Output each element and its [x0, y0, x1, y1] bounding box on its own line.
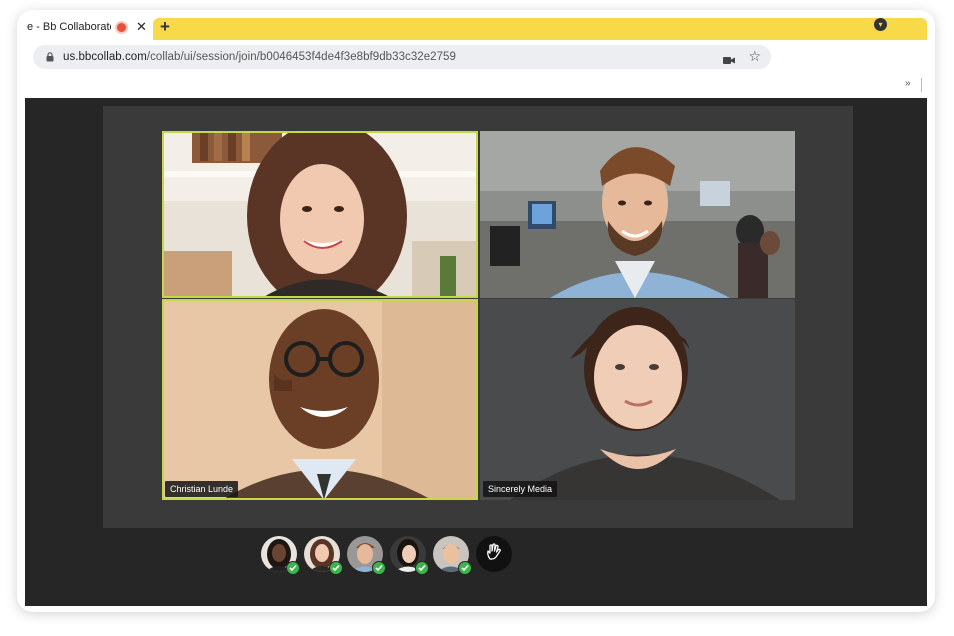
tab-strip: e - Bb Collaborate ✕ + ▾: [17, 10, 935, 42]
browser-window: e - Bb Collaborate ✕ + ▾ us.bbcollab.com…: [17, 10, 935, 612]
browser-toolbar: us.bbcollab.com/collab/ui/session/join/b…: [17, 42, 935, 76]
url-host: us.bbcollab.com: [63, 51, 147, 63]
recording-icon: [117, 22, 126, 32]
camera-permission-icon[interactable]: [723, 52, 735, 70]
video-tile-1[interactable]: [162, 131, 478, 298]
url-text: us.bbcollab.com/collab/ui/session/join/b…: [63, 51, 456, 63]
url-path: /collab/ui/session/join/b0046453f4de4f3e…: [146, 51, 456, 63]
participant-avatar[interactable]: [347, 536, 386, 575]
tab-search-icon[interactable]: ▾: [874, 18, 887, 31]
check-icon: [286, 561, 300, 575]
participant-video-2: [480, 131, 795, 298]
participant-video-4: [480, 299, 795, 500]
participant-strip: [261, 536, 512, 576]
participant-avatar[interactable]: [304, 536, 343, 575]
video-grid: Christian Lunde Sincerely Media: [103, 106, 853, 528]
check-icon: [415, 561, 429, 575]
tab-collaborate[interactable]: e - Bb Collaborate ✕: [21, 14, 153, 40]
participant-avatar[interactable]: [261, 536, 300, 575]
hand-icon: [484, 542, 504, 567]
participant-video-1: [162, 131, 478, 298]
new-tab-button[interactable]: +: [160, 17, 170, 37]
participant-name-tag: Sincerely Media: [483, 481, 558, 497]
collaborate-session: Christian Lunde Sincerely Media: [25, 98, 927, 606]
address-bar[interactable]: us.bbcollab.com/collab/ui/session/join/b…: [33, 45, 771, 69]
raise-hand-button[interactable]: [476, 536, 512, 572]
check-icon: [372, 561, 386, 575]
lock-icon: [43, 52, 57, 62]
check-icon: [458, 561, 472, 575]
tab-close-button[interactable]: ✕: [136, 19, 147, 35]
check-icon: [329, 561, 343, 575]
video-tile-3[interactable]: Christian Lunde: [162, 299, 478, 500]
video-tile-4[interactable]: Sincerely Media: [480, 299, 795, 500]
participant-avatar[interactable]: [390, 536, 429, 575]
participant-video-3: [162, 299, 478, 500]
participant-name-tag: Christian Lunde: [165, 481, 239, 497]
bookmarks-divider: [921, 78, 922, 92]
video-tile-2[interactable]: [480, 131, 795, 298]
more-bookmarks-button[interactable]: »: [905, 78, 911, 89]
tab-strip-ribbon: [153, 18, 927, 40]
bookmarks-bar: »: [17, 76, 935, 98]
participant-avatar[interactable]: [433, 536, 472, 575]
tab-title: e - Bb Collaborate: [27, 21, 111, 33]
bookmark-star-icon[interactable]: ☆: [748, 48, 761, 65]
